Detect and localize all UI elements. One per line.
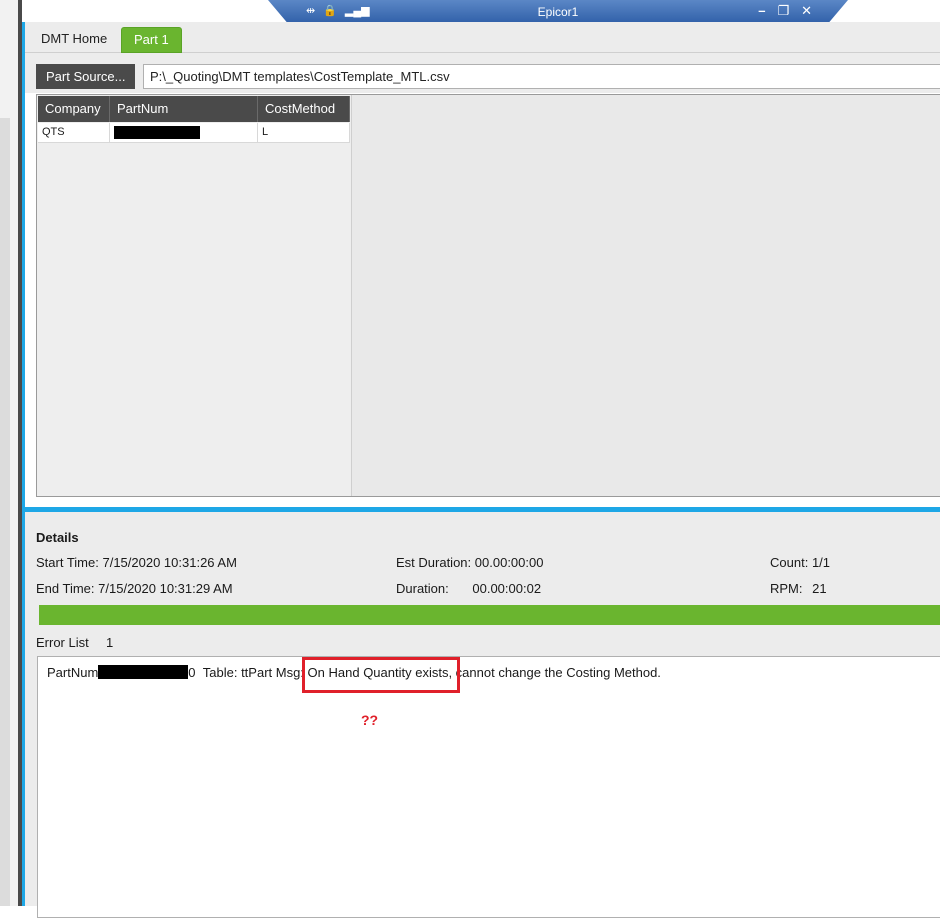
error-list-label: Error List — [36, 635, 89, 650]
source-toolbar: Part Source... P:\_Quoting\DMT templates… — [25, 53, 940, 93]
end-time-label: End Time: — [36, 581, 95, 596]
tab-dmt-home[interactable]: DMT Home — [29, 27, 119, 51]
start-time-value: 7/15/2020 10:31:26 AM — [102, 555, 237, 570]
data-grid: Company PartNum CostMethod QTS L — [37, 95, 352, 496]
part-source-button[interactable]: Part Source... — [36, 64, 136, 89]
minimize-icon[interactable]: – — [758, 3, 765, 19]
count-label: Count: — [770, 555, 809, 570]
count-value: 1/1 — [811, 555, 831, 570]
window-titlebar[interactable]: ⇹ 🔒 ▂▄▆ Epicor1 – ❐ ✕ — [268, 0, 848, 24]
highlight-box — [302, 657, 460, 693]
left-panel-shade — [0, 118, 10, 906]
redacted-block — [114, 126, 200, 139]
cell-partnum[interactable] — [110, 123, 258, 142]
tab-bar: DMT Home Part 1 — [25, 22, 940, 53]
details-title: Details — [36, 530, 79, 545]
table-row[interactable]: QTS L — [38, 123, 350, 143]
column-header-partnum[interactable]: PartNum — [110, 96, 258, 122]
close-icon[interactable]: ✕ — [801, 3, 812, 19]
cell-costmethod[interactable]: L — [258, 123, 350, 142]
est-duration: Est Duration: 00.00:00:00 — [396, 555, 543, 570]
tab-part-1[interactable]: Part 1 — [121, 27, 182, 53]
error-table: Table: ttPart Msg: — [202, 665, 304, 680]
details-panel: Details Start Time: 7/15/2020 10:31:26 A… — [25, 512, 940, 918]
error-list-count: 1 — [106, 635, 114, 650]
rpm-label: RPM: — [770, 581, 803, 596]
start-time: Start Time: 7/15/2020 10:31:26 AM — [36, 555, 237, 570]
count: Count: 1/1 — [770, 555, 830, 570]
column-header-costmethod[interactable]: CostMethod — [258, 96, 350, 122]
est-duration-value: 00.00:00:00 — [474, 555, 544, 570]
column-header-company[interactable]: Company — [38, 96, 110, 122]
end-time-value: 7/15/2020 10:31:29 AM — [98, 581, 233, 596]
progress-bar — [39, 605, 940, 625]
redacted-block — [98, 665, 189, 679]
error-suffix-char: 0 — [188, 665, 196, 680]
left-panel — [0, 0, 18, 906]
est-duration-label: Est Duration: — [396, 555, 472, 570]
error-prefix: PartNum — [47, 665, 99, 680]
grid-header: Company PartNum CostMethod — [38, 96, 350, 122]
duration-label: Duration: — [396, 581, 449, 596]
rpm: RPM: 21 — [770, 581, 827, 596]
cell-company[interactable]: QTS — [38, 123, 110, 142]
window-controls: – ❐ ✕ — [758, 3, 812, 19]
data-grid-area: Company PartNum CostMethod QTS L — [36, 94, 940, 497]
source-path-input[interactable]: P:\_Quoting\DMT templates\CostTemplate_M… — [143, 64, 940, 89]
annotation-text: ?? — [361, 712, 379, 728]
duration-value: 00.00:00:02 — [472, 581, 542, 596]
restore-icon[interactable]: ❐ — [777, 3, 789, 19]
start-time-label: Start Time: — [36, 555, 99, 570]
rpm-value: 21 — [812, 581, 827, 596]
error-list[interactable]: PartNum 0 Table: ttPart Msg: On Hand Quan… — [37, 656, 940, 918]
duration: Duration: 00.00:00:02 — [396, 581, 541, 596]
end-time: End Time: 7/15/2020 10:31:29 AM — [36, 581, 233, 596]
